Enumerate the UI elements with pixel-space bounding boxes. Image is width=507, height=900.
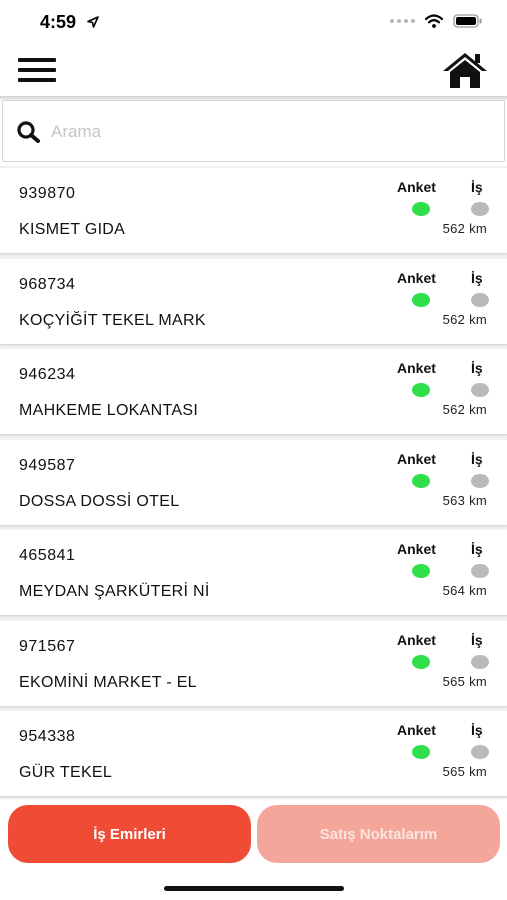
app-header [0,44,507,96]
hamburger-menu-icon[interactable] [18,54,58,86]
survey-status-dot [412,655,430,669]
job-label: İş [471,179,483,195]
survey-status-dot [412,293,430,307]
survey-label: Anket [397,179,436,195]
list-item[interactable]: 968734 KOÇYİĞİT TEKEL MARK Anket İş 562 … [0,259,507,345]
job-status-dot [471,383,489,397]
wifi-icon [425,14,443,28]
list-item[interactable]: 939870 KISMET GIDA Anket İş 562 km [0,168,507,254]
item-code: 954338 [19,728,76,745]
list-item[interactable]: 954338 GÜR TEKEL Anket İş 565 km [0,711,507,797]
job-label: İş [471,360,483,376]
item-name: KISMET GIDA [19,221,126,238]
survey-label: Anket [397,270,436,286]
tab-sales-points[interactable]: Satış Noktalarım [257,805,500,863]
battery-icon [453,14,482,28]
list-item[interactable]: 946234 MAHKEME LOKANTASI Anket İş 562 km [0,349,507,435]
item-name: DOSSA DOSSİ OTEL [19,493,180,510]
item-name: KOÇYİĞİT TEKEL MARK [19,312,206,329]
search-input[interactable] [51,115,491,149]
survey-label: Anket [397,632,436,648]
survey-label: Anket [397,541,436,557]
survey-status-dot [412,202,430,216]
home-icon[interactable] [441,50,489,90]
bottom-tab-bar: İş Emirleri Satış Noktalarım [0,799,507,900]
home-indicator[interactable] [164,886,344,891]
job-label: İş [471,270,483,286]
survey-status-dot [412,745,430,759]
job-status-dot [471,745,489,759]
job-status-dot [471,293,489,307]
status-bar: 4:59 [0,0,507,44]
item-name: MAHKEME LOKANTASI [19,402,199,419]
item-code: 946234 [19,366,76,383]
item-name: EKOMİNİ MARKET - EL [19,674,197,691]
list-item[interactable]: 949587 DOSSA DOSSİ OTEL Anket İş 563 km [0,440,507,526]
survey-label: Anket [397,451,436,467]
item-distance: 563 km [442,493,487,508]
item-distance: 562 km [442,221,487,236]
tab-work-orders[interactable]: İş Emirleri [8,805,251,863]
search-bar [2,100,505,162]
location-arrow-icon [87,16,99,28]
item-name: MEYDAN ŞARKÜTERİ Nİ [19,583,210,600]
job-status-dot [471,202,489,216]
survey-label: Anket [397,360,436,376]
job-label: İş [471,722,483,738]
list-item[interactable]: 465841 MEYDAN ŞARKÜTERİ Nİ Anket İş 564 … [0,530,507,616]
list-item[interactable]: 971567 EKOMİNİ MARKET - EL Anket İş 565 … [0,621,507,707]
item-distance: 562 km [442,402,487,417]
job-status-dot [471,655,489,669]
search-icon [17,121,40,143]
job-status-dot [471,474,489,488]
status-indicators [390,14,483,28]
status-time: 4:59 [40,12,77,32]
item-code: 968734 [19,276,76,293]
job-label: İş [471,541,483,557]
survey-label: Anket [397,722,436,738]
job-label: İş [471,451,483,467]
survey-status-dot [412,383,430,397]
survey-status-dot [412,474,430,488]
item-distance: 562 km [442,312,487,327]
item-distance: 565 km [442,674,487,689]
item-code: 465841 [19,547,76,564]
job-status-dot [471,564,489,578]
cellular-signal-icon [390,19,415,23]
item-distance: 565 km [442,764,487,779]
item-code: 939870 [19,185,76,202]
job-label: İş [471,632,483,648]
item-distance: 564 km [442,583,487,598]
sales-point-list: 939870 KISMET GIDA Anket İş 562 km 96873… [0,166,507,799]
item-name: GÜR TEKEL [19,764,113,781]
survey-status-dot [412,564,430,578]
item-code: 949587 [19,457,76,474]
item-code: 971567 [19,638,76,655]
